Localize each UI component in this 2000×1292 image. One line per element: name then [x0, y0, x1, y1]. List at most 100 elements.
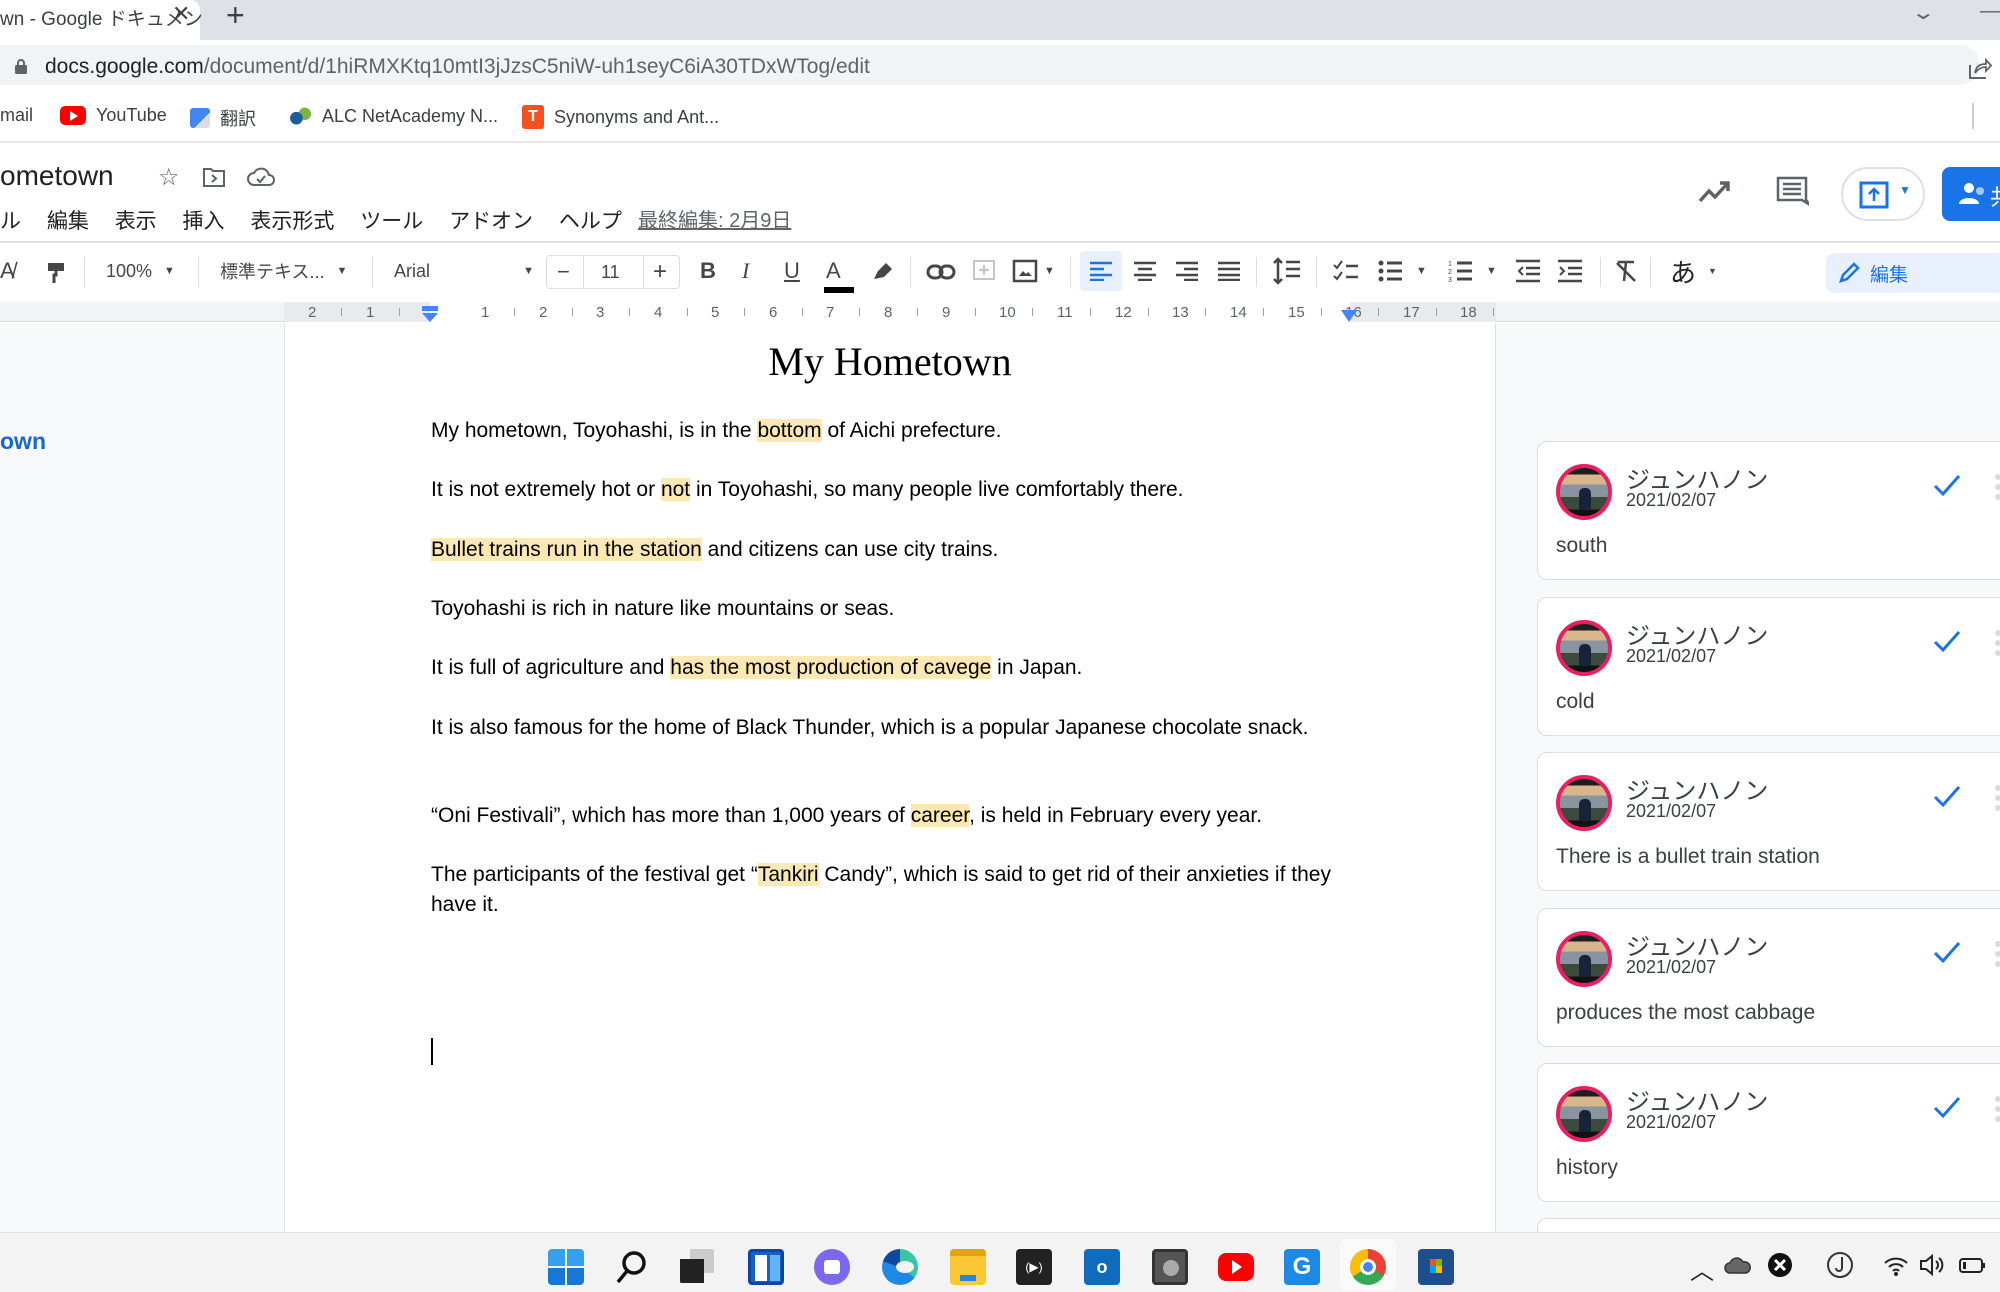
bulleted-list-icon[interactable]	[1378, 259, 1404, 283]
chevron-down-icon[interactable]: ▼	[1044, 265, 1055, 277]
menu-edit[interactable]: 編集	[47, 210, 89, 233]
more-options-icon[interactable]	[1994, 628, 2000, 658]
bold-button[interactable]: B	[700, 255, 716, 287]
increase-indent-icon[interactable]	[1558, 259, 1584, 283]
teams-chat-icon[interactable]	[814, 1249, 850, 1285]
font-size-input[interactable]: 11	[601, 262, 620, 283]
editing-mode-button[interactable]: 編集	[1826, 253, 2000, 293]
store-icon[interactable]	[1418, 1249, 1454, 1285]
add-comment-icon[interactable]	[972, 259, 996, 285]
bookmark-alc[interactable]: ALC NetAcademy N...	[288, 105, 498, 127]
search-icon[interactable]	[614, 1249, 650, 1285]
document-paragraph[interactable]: It is not extremely hot or not in Toyoha…	[431, 475, 1351, 505]
font-select[interactable]: Arial ▼	[394, 255, 534, 287]
commented-text-highlight[interactable]: career	[910, 804, 970, 827]
bookmark-synonyms[interactable]: T Synonyms and Ant...	[522, 105, 719, 129]
task-view-icon[interactable]	[680, 1249, 716, 1285]
outlook-icon[interactable]: o	[1084, 1249, 1120, 1285]
tab-search-chevron-icon[interactable]: ⌄	[1911, 0, 1936, 25]
last-edit-link[interactable]: 最終編集: 2月9日	[638, 204, 791, 233]
right-indent-marker[interactable]	[1341, 308, 1357, 322]
clear-formatting-icon[interactable]	[1614, 259, 1638, 283]
google-app-icon[interactable]: G	[1284, 1249, 1320, 1285]
outline-heading-item[interactable]: own	[0, 428, 46, 455]
minimize-window-icon[interactable]: —	[1980, 0, 2000, 23]
underline-button[interactable]: U	[784, 255, 800, 287]
widgets-icon[interactable]	[748, 1249, 784, 1285]
document-page[interactable]	[284, 323, 1496, 1232]
comment-history-icon[interactable]	[1775, 175, 1809, 209]
commented-text-highlight[interactable]: has the most production of cavege	[670, 656, 992, 679]
checklist-icon[interactable]	[1332, 259, 1360, 283]
menu-insert[interactable]: 挿入	[183, 210, 225, 233]
menu-help[interactable]: ヘルプ	[559, 210, 622, 233]
comment-card[interactable]: ジュンハノン 2021/02/07 There is a bullet train …	[1537, 752, 2000, 891]
document-paragraph[interactable]: My hometown, Toyohashi, is in the bottom…	[431, 416, 1351, 446]
settings-app-icon[interactable]	[1152, 1249, 1188, 1285]
menu-addons[interactable]: アドオン	[449, 210, 533, 233]
paint-format-icon[interactable]	[46, 261, 66, 285]
resolve-checkmark-icon[interactable]	[1932, 783, 1962, 809]
decrease-font-size-button[interactable]: −	[557, 259, 570, 285]
document-paragraph[interactable]: The participants of the festival get “Ta…	[431, 860, 1351, 920]
comment-card[interactable]: ジュンハノン 2021/02/07 produces the most cabbag…	[1537, 908, 2000, 1047]
bookmark-youtube[interactable]: YouTube	[60, 105, 167, 126]
present-to-meeting-button[interactable]: ▼	[1841, 167, 1925, 221]
menu-file[interactable]: ル	[0, 210, 21, 233]
new-tab-button[interactable]: +	[226, 0, 245, 34]
input-tools-button[interactable]: あ ▼	[1670, 255, 1717, 288]
chrome-icon[interactable]	[1350, 1249, 1386, 1285]
lock-icon[interactable]	[14, 58, 28, 74]
media-app-icon[interactable]: (▶)	[1016, 1249, 1052, 1285]
show-hidden-icons-chevron-icon[interactable]: ︿	[1690, 1251, 1718, 1285]
resolve-checkmark-icon[interactable]	[1932, 1094, 1962, 1120]
more-options-icon[interactable]	[1994, 472, 2000, 502]
cloud-saved-icon[interactable]	[247, 167, 275, 187]
share-button[interactable]: 共	[1942, 167, 2000, 221]
wifi-icon[interactable]	[1882, 1251, 1910, 1279]
document-paragraph[interactable]: Bullet trains run in the station and cit…	[431, 535, 1351, 565]
more-options-icon[interactable]	[1994, 939, 2000, 969]
browser-tab-active[interactable]: wn - Google ドキュメン ✕	[0, 0, 203, 40]
menu-format[interactable]: 表示形式	[250, 210, 334, 233]
italic-button[interactable]: I	[742, 255, 749, 287]
activity-dashboard-icon[interactable]	[1697, 177, 1733, 207]
justify-icon[interactable]	[1218, 261, 1240, 281]
battery-icon[interactable]	[1958, 1251, 1986, 1279]
bookmark-gmail[interactable]: mail	[0, 105, 33, 126]
left-indent-marker[interactable]	[422, 306, 438, 322]
align-left-button[interactable]	[1080, 251, 1122, 291]
star-icon[interactable]: ☆	[158, 163, 180, 192]
document-paragraph[interactable]: It is also famous for the home of Black …	[431, 713, 1351, 743]
align-center-icon[interactable]	[1134, 261, 1156, 281]
volume-icon[interactable]	[1918, 1251, 1946, 1279]
commented-text-highlight[interactable]: not	[660, 478, 691, 501]
ime-j-icon[interactable]	[1826, 1251, 1854, 1279]
url-text[interactable]: docs.google.com/document/d/1hiRMXKtq10mt…	[45, 55, 870, 79]
share-page-icon[interactable]	[1966, 55, 1992, 81]
start-icon[interactable]	[548, 1249, 584, 1285]
numbered-list-icon[interactable]: 123	[1448, 259, 1474, 283]
chevron-down-icon[interactable]: ▼	[1416, 265, 1427, 277]
spellcheck-icon[interactable]: A̸	[0, 255, 15, 287]
zoom-select[interactable]: 100% ▼	[106, 255, 175, 287]
text-color-button[interactable]: A	[826, 255, 841, 287]
document-paragraph[interactable]: Toyohashi is rich in nature like mountai…	[431, 594, 1351, 624]
bookmark-translate[interactable]: 翻訳	[190, 105, 256, 131]
youtube-app-icon[interactable]	[1218, 1253, 1254, 1281]
document-paragraph[interactable]: It is full of agriculture and has the mo…	[431, 653, 1351, 683]
more-options-icon[interactable]	[1994, 783, 2000, 813]
reading-list-icon[interactable]	[1972, 103, 1992, 129]
comment-card[interactable]: ジュンハノン 2021/02/07 history	[1537, 1063, 2000, 1202]
comment-card[interactable]: ジュンハノン 2021/02/07 cold	[1537, 597, 2000, 736]
align-right-icon[interactable]	[1176, 261, 1198, 281]
comment-card[interactable]: ジュンハノン 2021/02/07 south	[1537, 441, 2000, 580]
increase-font-size-button[interactable]: +	[653, 258, 667, 286]
commented-text-highlight[interactable]: bottom	[757, 419, 822, 442]
commented-text-highlight[interactable]: Tankiri	[757, 863, 819, 886]
close-tab-icon[interactable]: ✕	[172, 1, 190, 27]
menu-view[interactable]: 表示	[115, 210, 157, 233]
paragraph-style-select[interactable]: 標準テキス... ▼	[220, 255, 347, 287]
edge-icon[interactable]	[882, 1249, 918, 1285]
document-paragraph[interactable]: “Oni Festivali”, which has more than 1,0…	[431, 801, 1351, 831]
